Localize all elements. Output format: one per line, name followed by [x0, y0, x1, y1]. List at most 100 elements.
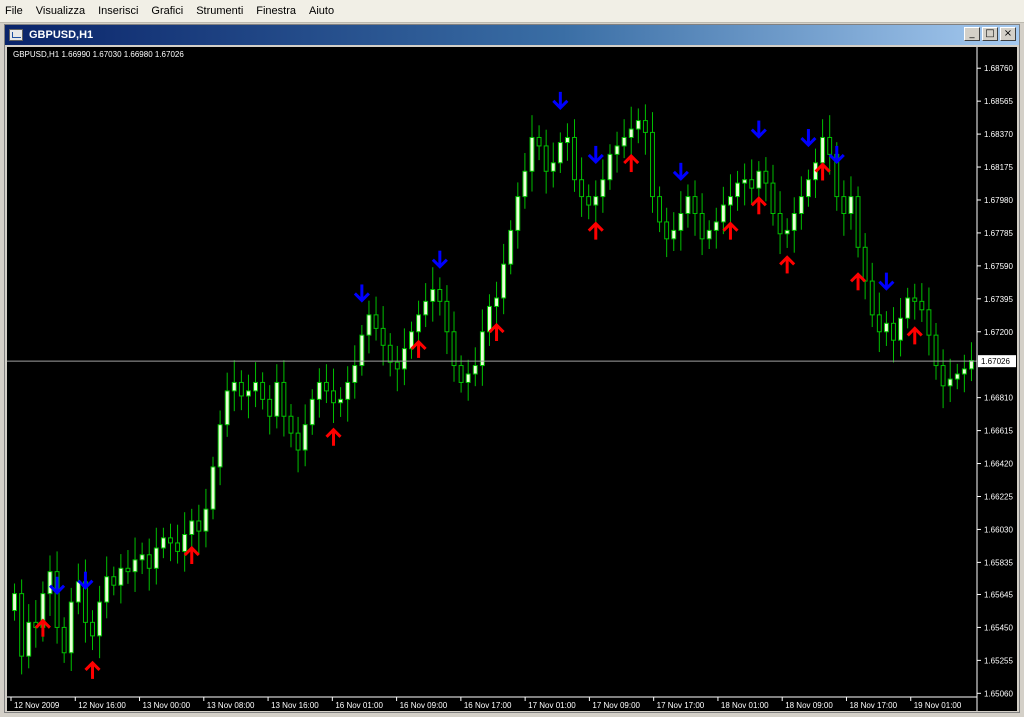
- candle-bear: [855, 196, 861, 248]
- candle-bull: [487, 305, 492, 333]
- candle-bull: [600, 179, 606, 198]
- candle-bull: [883, 322, 889, 333]
- window-titlebar[interactable]: GBPUSD,H1 _ □ ×: [5, 25, 1019, 45]
- candle-bear: [579, 179, 585, 198]
- candle-bull: [756, 170, 762, 189]
- menu-strumenti[interactable]: Strumenti: [190, 5, 250, 17]
- candle-bear: [919, 300, 925, 311]
- buy-arrow: [325, 427, 342, 446]
- candle-bear: [586, 196, 592, 206]
- candle-bear: [763, 170, 769, 184]
- candle-bull: [104, 576, 110, 603]
- x-tick-label: 19 Nov 01:00: [914, 701, 962, 710]
- candle-bull: [784, 229, 790, 235]
- sell-arrow: [800, 129, 817, 148]
- candle-bear: [394, 361, 400, 370]
- candle-bull: [671, 229, 677, 240]
- candle-bear: [331, 390, 336, 404]
- candle-bull: [153, 547, 159, 569]
- x-tick-label: 18 Nov 09:00: [785, 701, 833, 710]
- candle-bear: [238, 381, 244, 397]
- candle-bull: [366, 314, 372, 336]
- candle-bull: [182, 534, 188, 552]
- candle-bull: [26, 621, 32, 657]
- candle-bull: [905, 297, 911, 319]
- candle-bull: [947, 378, 953, 387]
- candle-bull: [593, 196, 599, 206]
- x-tick-label: 18 Nov 01:00: [721, 701, 769, 710]
- candle-bull: [508, 229, 514, 265]
- y-tick-label: 1.67590: [984, 262, 1013, 271]
- candle-bear: [699, 213, 705, 240]
- candle-bull: [401, 348, 407, 370]
- menu-finestra[interactable]: Finestra: [250, 5, 303, 17]
- menu-grafici[interactable]: Grafici: [145, 5, 190, 17]
- price-line-layer: 1.67026: [7, 355, 1016, 368]
- y-tick-label: 1.68565: [984, 97, 1013, 106]
- buy-arrow: [623, 153, 640, 173]
- candle-bear: [260, 381, 266, 400]
- menu-inserisci[interactable]: Inserisci: [92, 5, 145, 17]
- candle-bear: [90, 621, 95, 637]
- candle-bear: [323, 381, 329, 392]
- axes-layer: 1.68760 1.68565 1.68370 1.68175 1.67980 1.677…: [7, 47, 1013, 711]
- price-chart[interactable]: GBPUSD,H1 1.66990 1.67030 1.66980 1.6702…: [7, 47, 1017, 711]
- y-tick-label: 1.67980: [984, 196, 1013, 205]
- candle-bull: [713, 221, 719, 231]
- candle-bull: [352, 365, 358, 383]
- candle-bear: [281, 381, 287, 417]
- candle-bull: [472, 365, 478, 375]
- menu-visualizza[interactable]: Visualizza: [30, 5, 92, 17]
- candle-bear: [373, 314, 379, 329]
- candle-bull: [969, 359, 974, 370]
- candle-bear: [572, 136, 577, 181]
- candle-bull: [564, 136, 570, 144]
- candle-bull: [805, 179, 811, 198]
- y-tick-label: 1.66615: [984, 427, 1013, 436]
- candle-bull: [685, 196, 691, 215]
- candle-bull: [954, 373, 960, 380]
- arrows-layer: [34, 91, 923, 679]
- candle-bull: [820, 136, 826, 164]
- minimize-button[interactable]: _: [964, 27, 980, 41]
- x-tick-label: 13 Nov 16:00: [271, 701, 319, 710]
- y-tick-label: 1.65255: [984, 656, 1013, 665]
- candle-bull: [189, 520, 195, 536]
- menu-aiuto[interactable]: Aiuto: [303, 5, 341, 17]
- candle-bull: [550, 162, 556, 172]
- chart-area[interactable]: GBPUSD,H1 1.66990 1.67030 1.66980 1.6702…: [7, 47, 1017, 711]
- maximize-button[interactable]: □: [982, 27, 998, 41]
- candle-bull: [132, 559, 138, 573]
- x-tick-label: 12 Nov 16:00: [78, 701, 126, 710]
- candle-bull: [678, 213, 684, 231]
- candle-bear: [125, 567, 131, 573]
- candle-bear: [458, 365, 464, 383]
- candle-bear: [862, 246, 868, 282]
- window-title: GBPUSD,H1: [29, 29, 94, 41]
- candle-bear: [664, 221, 670, 240]
- candle-bear: [926, 309, 932, 336]
- candle-bear: [19, 593, 25, 657]
- candle-bear: [827, 136, 833, 155]
- candle-bear: [543, 145, 549, 172]
- close-button[interactable]: ×: [1000, 27, 1016, 41]
- candle-bull: [728, 196, 733, 206]
- y-tick-label: 1.66030: [984, 525, 1013, 534]
- candle-bull: [316, 381, 322, 400]
- candle-bull: [479, 331, 485, 367]
- candle-bull: [75, 581, 81, 603]
- candle-bull: [465, 373, 471, 383]
- candle-bear: [146, 554, 152, 569]
- y-tick-label: 1.66225: [984, 492, 1013, 501]
- candle-bull: [416, 314, 422, 333]
- candle-bull: [217, 424, 223, 468]
- x-tick-label: 12 Nov 2009: [14, 701, 60, 710]
- candle-bull: [522, 170, 528, 198]
- menu-file[interactable]: File: [0, 5, 30, 17]
- candle-bear: [650, 131, 655, 198]
- candle-bear: [749, 179, 755, 189]
- candle-bear: [940, 365, 946, 387]
- candle-bear: [111, 576, 117, 586]
- y-tick-label: 1.68370: [984, 130, 1013, 139]
- candle-bull: [515, 196, 521, 231]
